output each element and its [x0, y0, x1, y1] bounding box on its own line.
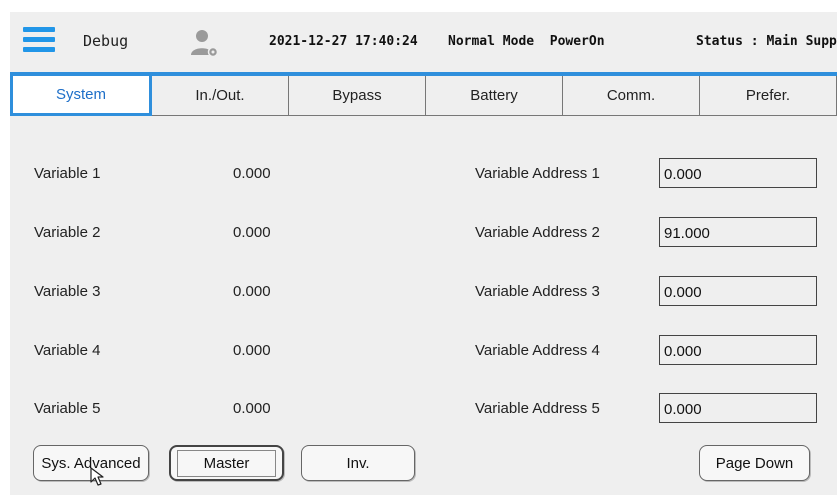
variable-label: Variable 3 [34, 283, 101, 300]
variable-label: Variable 4 [34, 342, 101, 359]
variable-value: 0.000 [233, 224, 271, 241]
variable-label: Variable 1 [34, 165, 101, 182]
tab-comm[interactable]: Comm. [563, 76, 700, 116]
variable-address-field[interactable]: 0.000 [659, 276, 817, 306]
variable-address-label: Variable Address 1 [475, 165, 600, 182]
variable-address-label: Variable Address 5 [475, 400, 600, 417]
variable-label: Variable 2 [34, 224, 101, 241]
datetime-readout: 2021-12-27 17:40:24 [269, 34, 418, 49]
variable-value: 0.000 [233, 165, 271, 182]
mouse-pointer-icon [90, 467, 104, 486]
tab-system[interactable]: System [10, 76, 152, 116]
mode-readout: Normal Mode PowerOn [448, 34, 605, 49]
debug-label: Debug [83, 32, 129, 50]
variable-address-field[interactable]: 91.000 [659, 217, 817, 247]
status-readout: Status : Main Supply [696, 34, 837, 49]
inv-button[interactable]: Inv. [301, 445, 415, 481]
tab-battery[interactable]: Battery [426, 76, 563, 116]
tab-prefer[interactable]: Prefer. [700, 76, 837, 116]
variable-value: 0.000 [233, 283, 271, 300]
variable-address-field[interactable]: 0.000 [659, 335, 817, 365]
variable-value: 0.000 [233, 400, 271, 417]
tab-bar: System In./Out. Bypass Battery Comm. Pre… [10, 76, 837, 116]
variable-address-label: Variable Address 4 [475, 342, 600, 359]
user-settings-icon[interactable] [190, 28, 220, 58]
tab-in-out[interactable]: In./Out. [152, 76, 289, 116]
variable-value: 0.000 [233, 342, 271, 359]
hmi-screen: Debug 2021-12-27 17:40:24 Normal Mode Po… [10, 12, 837, 495]
variable-address-label: Variable Address 2 [475, 224, 600, 241]
menu-icon[interactable] [23, 27, 55, 53]
page-down-button[interactable]: Page Down [699, 445, 810, 481]
variable-address-label: Variable Address 3 [475, 283, 600, 300]
master-button-label: Master [176, 449, 277, 477]
variable-address-field[interactable]: 0.000 [659, 158, 817, 188]
variable-address-field[interactable]: 0.000 [659, 393, 817, 423]
tab-bypass[interactable]: Bypass [289, 76, 426, 116]
variable-label: Variable 5 [34, 400, 101, 417]
master-button[interactable]: Master [169, 445, 284, 481]
top-bar: Debug 2021-12-27 17:40:24 Normal Mode Po… [10, 12, 837, 74]
